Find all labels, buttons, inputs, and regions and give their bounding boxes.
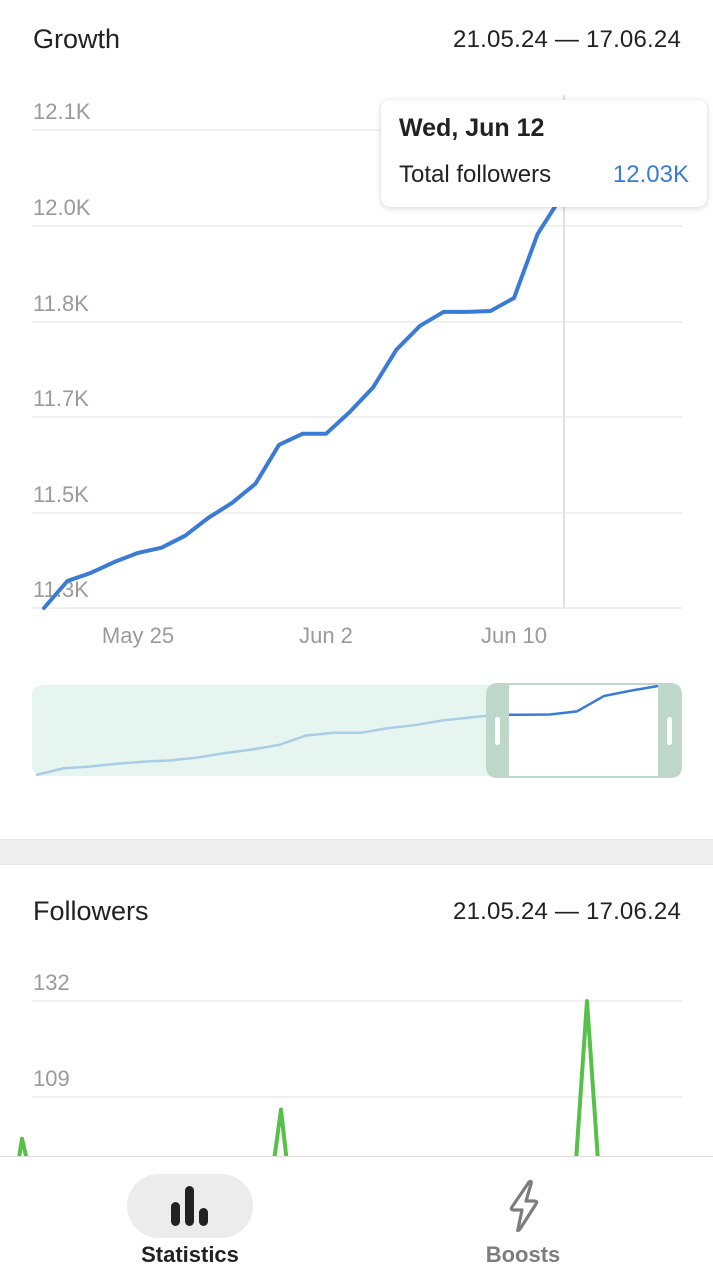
tooltip-value: 12.03K: [612, 161, 689, 188]
range-navigator[interactable]: [0, 680, 713, 780]
left-handle-grip: [495, 717, 500, 745]
section-divider: [0, 839, 713, 865]
nav-label-boosts: Boosts: [485, 1242, 561, 1267]
tooltip-row: Total followers 12.03K: [399, 161, 689, 189]
followers-ytick-label: 109: [33, 1066, 70, 1091]
right-handle-grip: [667, 717, 672, 745]
followers-header: Followers 21.05.24 — 17.06.24: [33, 896, 681, 927]
tooltip-date: Wed, Jun 12: [399, 114, 545, 142]
bottom-navigation: Statistics Boosts: [0, 1156, 713, 1281]
navigator-window[interactable]: [509, 685, 658, 776]
growth-xtick-label: Jun 10: [481, 623, 547, 648]
growth-xtick-label: Jun 2: [299, 623, 353, 648]
tooltip: Wed, Jun 12 Total followers 12.03K: [381, 100, 707, 207]
growth-ytick-label: 12.1K: [33, 99, 91, 124]
followers-ytick-label: 132: [33, 970, 70, 995]
growth-ytick-label: 11.5K: [33, 482, 89, 507]
growth-ytick-label: 11.8K: [33, 291, 89, 316]
growth-ytick-label: 11.7K: [33, 386, 89, 411]
bar-chart-icon: [171, 1186, 208, 1226]
tooltip-label: Total followers: [399, 161, 552, 188]
navigator-bottom-border: [509, 776, 658, 778]
nav-item-boosts[interactable]: Boosts: [423, 1157, 623, 1281]
growth-chart[interactable]: 11.3K11.5K11.7K11.8K12.0K12.1K May 25 Jun…: [0, 0, 713, 660]
nav-statistics-pill: [127, 1174, 253, 1238]
nav-boosts-pill: [460, 1174, 586, 1238]
nav-label-statistics: Statistics: [141, 1242, 239, 1267]
followers-title: Followers: [33, 896, 149, 926]
growth-xtick-label: May 25: [102, 623, 174, 648]
lightning-icon: [509, 1179, 539, 1233]
navigator-top-border: [509, 683, 658, 685]
followers-date-range[interactable]: 21.05.24 — 17.06.24: [453, 898, 681, 926]
nav-item-statistics[interactable]: Statistics: [90, 1157, 290, 1281]
growth-ytick-label: 12.0K: [33, 195, 91, 220]
